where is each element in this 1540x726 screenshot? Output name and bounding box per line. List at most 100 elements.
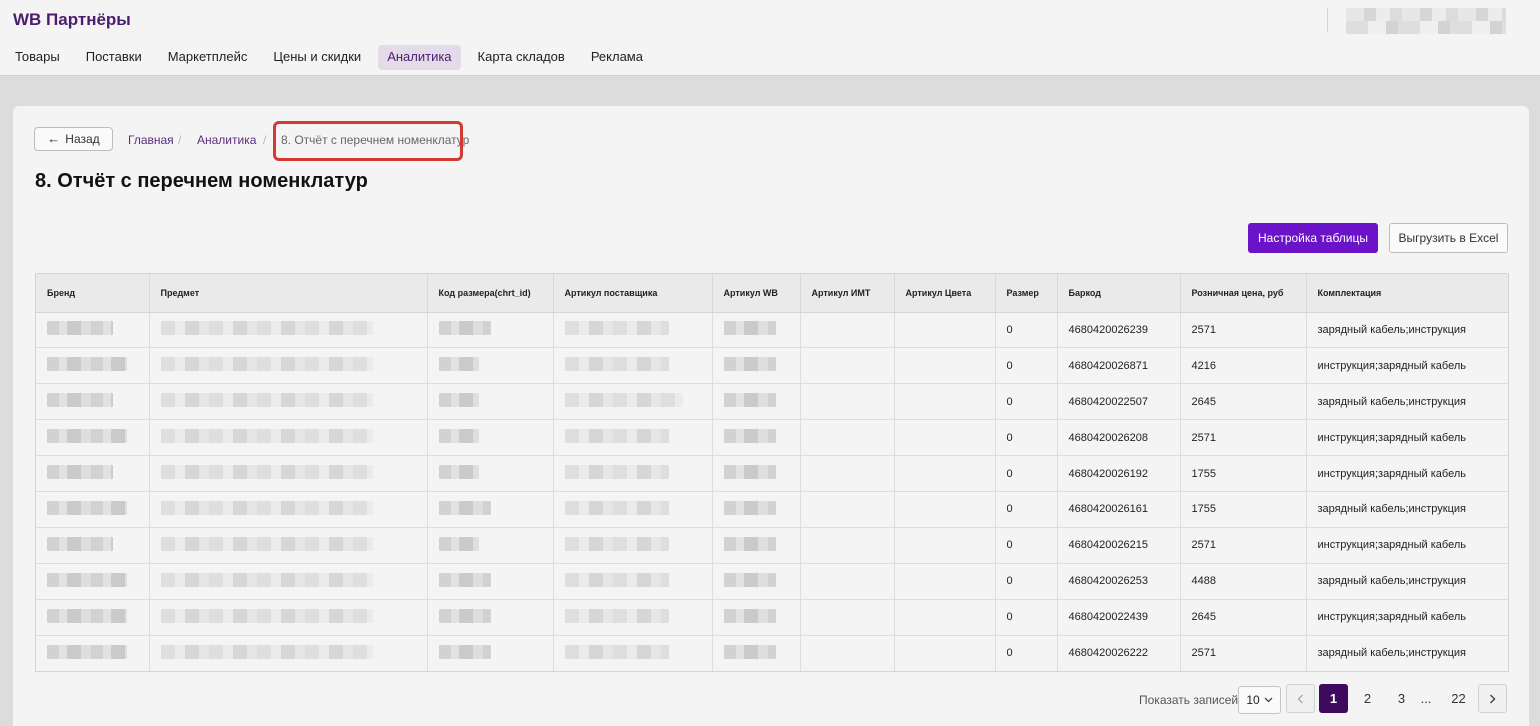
kit-cell: инструкция;зарядный кабель — [1306, 419, 1508, 457]
column-header[interactable]: Артикул поставщика — [553, 274, 713, 313]
table-row[interactable]: 0 4680420026192 1755 инструкция;зарядный… — [36, 455, 1508, 492]
back-button-label: Назад — [65, 132, 100, 146]
column-header[interactable]: Код размера(chrt_id) — [427, 274, 554, 313]
blurred-subject — [160, 500, 373, 515]
nav-item-ads[interactable]: Реклама — [582, 45, 652, 70]
breadcrumb-home[interactable]: Главная — [128, 133, 174, 147]
column-header[interactable]: Баркод — [1057, 274, 1181, 313]
size-cell: 0 — [995, 419, 1058, 457]
highlight-annotation — [273, 121, 463, 161]
kit-cell: инструкция;зарядный кабель — [1306, 527, 1508, 564]
back-button[interactable]: ← Назад — [34, 127, 113, 151]
color-article-cell — [894, 635, 996, 671]
blurred-vendor-article — [564, 393, 683, 408]
table-row[interactable]: 0 4680420026161 1755 зарядный кабель;инс… — [36, 491, 1508, 528]
nav-item-supplies[interactable]: Поставки — [77, 45, 151, 70]
size-cell: 0 — [995, 563, 1058, 600]
size-cell: 0 — [995, 491, 1058, 528]
table-row[interactable]: 0 4680420026215 2571 инструкция;зарядный… — [36, 527, 1508, 564]
imt-article-cell — [800, 383, 895, 421]
size-cell: 0 — [995, 455, 1058, 492]
imt-article-cell — [800, 347, 895, 385]
column-header[interactable]: Артикул ИМТ — [800, 274, 895, 313]
user-account-blurred[interactable] — [1346, 8, 1506, 34]
table-row[interactable]: 0 4680420022507 2645 зарядный кабель;инс… — [36, 383, 1508, 421]
blurred-brand — [47, 429, 127, 444]
size-cell: 0 — [995, 383, 1058, 421]
kit-cell: зарядный кабель;инструкция — [1306, 491, 1508, 528]
table-row[interactable]: 0 4680420026208 2571 инструкция;зарядный… — [36, 419, 1508, 457]
blurred-subject — [160, 465, 373, 479]
breadcrumb-analytics[interactable]: Аналитика — [197, 133, 256, 147]
price-cell: 1755 — [1180, 491, 1307, 528]
blurred-size-code — [438, 644, 491, 659]
blurred-vendor-article — [564, 500, 669, 515]
table-row[interactable]: 0 4680420026239 2571 зарядный кабель;инс… — [36, 312, 1508, 349]
next-page-button[interactable] — [1478, 684, 1507, 713]
table-row[interactable]: 0 4680420026222 2571 зарядный кабель;инс… — [36, 635, 1508, 671]
blurred-size-code — [438, 357, 479, 372]
blurred-wb-article — [723, 393, 776, 408]
page-button-3[interactable]: 3 — [1387, 684, 1416, 713]
nav-item-analytics[interactable]: Аналитика — [378, 45, 461, 70]
export-excel-button[interactable]: Выгрузить в Excel — [1389, 223, 1508, 253]
column-header[interactable]: Размер — [995, 274, 1058, 313]
nav-item-goods[interactable]: Товары — [6, 45, 69, 70]
blurred-wb-article — [723, 644, 776, 659]
chevron-right-icon — [1490, 694, 1496, 703]
blurred-vendor-article — [564, 608, 669, 623]
column-header[interactable]: Бренд — [36, 274, 150, 313]
page-button-2[interactable]: 2 — [1353, 684, 1382, 713]
price-cell: 2571 — [1180, 635, 1307, 671]
page-size-select[interactable]: 10 — [1238, 686, 1281, 714]
column-header[interactable]: Комплектация — [1306, 274, 1508, 313]
blurred-vendor-article — [564, 572, 669, 587]
barcode-cell: 4680420026253 — [1057, 563, 1181, 600]
nav-item-marketplace[interactable]: Маркетплейс — [159, 45, 257, 70]
color-article-cell — [894, 383, 996, 421]
blurred-size-code — [438, 500, 491, 515]
blurred-vendor-article — [564, 465, 669, 479]
column-header[interactable]: Артикул WB — [712, 274, 801, 313]
breadcrumb-separator: / — [178, 133, 182, 147]
app-logo[interactable]: WB Партнёры — [13, 10, 131, 30]
blurred-brand — [47, 536, 113, 551]
blurred-subject — [160, 608, 373, 623]
price-cell: 2645 — [1180, 383, 1307, 421]
blurred-size-code — [438, 572, 491, 587]
barcode-cell: 4680420022439 — [1057, 599, 1181, 636]
kit-cell: зарядный кабель;инструкция — [1306, 563, 1508, 600]
table-settings-button[interactable]: Настройка таблицы — [1248, 223, 1378, 253]
page-button-22[interactable]: 22 — [1444, 684, 1473, 713]
nav-item-warehouse-map[interactable]: Карта складов — [469, 45, 574, 70]
column-header[interactable]: Артикул Цвета — [894, 274, 996, 313]
blurred-size-code — [438, 393, 479, 408]
blurred-subject — [160, 429, 373, 444]
kit-cell: инструкция;зарядный кабель — [1306, 455, 1508, 492]
table-row[interactable]: 0 4680420026253 4488 зарядный кабель;инс… — [36, 563, 1508, 600]
color-article-cell — [894, 455, 996, 492]
blurred-vendor-article — [564, 321, 669, 336]
size-cell: 0 — [995, 599, 1058, 636]
page-button-1[interactable]: 1 — [1319, 684, 1348, 713]
column-header[interactable]: Предмет — [149, 274, 428, 313]
imt-article-cell — [800, 527, 895, 564]
table-row[interactable]: 0 4680420022439 2645 инструкция;зарядный… — [36, 599, 1508, 636]
chevron-down-icon — [1264, 697, 1273, 703]
imt-article-cell — [800, 419, 895, 457]
color-article-cell — [894, 312, 996, 349]
table-row[interactable]: 0 4680420026871 4216 инструкция;зарядный… — [36, 347, 1508, 385]
price-cell: 2645 — [1180, 599, 1307, 636]
column-header[interactable]: Розничная цена, руб — [1180, 274, 1307, 313]
price-cell: 4216 — [1180, 347, 1307, 385]
size-cell: 0 — [995, 312, 1058, 349]
size-cell: 0 — [995, 635, 1058, 671]
size-cell: 0 — [995, 347, 1058, 385]
prev-page-button[interactable] — [1286, 684, 1315, 713]
breadcrumb-separator: / — [263, 133, 267, 147]
kit-cell: зарядный кабель;инструкция — [1306, 383, 1508, 421]
nav-item-prices[interactable]: Цены и скидки — [264, 45, 370, 70]
blurred-wb-article — [723, 357, 776, 372]
kit-cell: инструкция;зарядный кабель — [1306, 347, 1508, 385]
arrow-left-icon: ← — [47, 131, 61, 146]
